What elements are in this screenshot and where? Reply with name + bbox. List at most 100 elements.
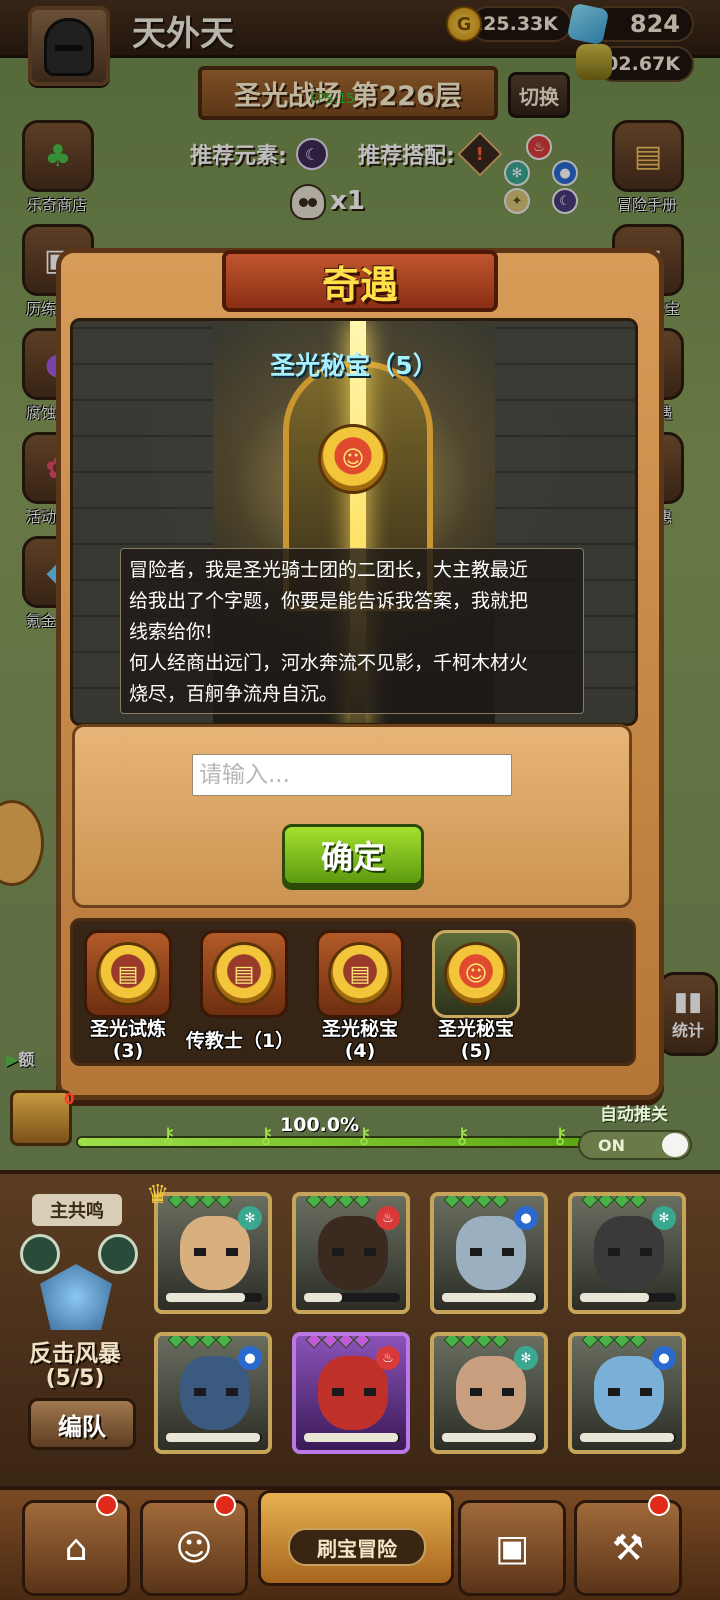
star-rank [305, 1336, 371, 1349]
star-rank [305, 1196, 371, 1209]
hero-eyes [470, 1248, 514, 1256]
hero-eyes [332, 1388, 376, 1396]
hero-eyes [194, 1248, 238, 1256]
modal-title: 奇遇 [222, 250, 498, 312]
key-icon: ⚷ [552, 1124, 569, 1149]
key-icon: ⚷ [160, 1124, 177, 1149]
stage-progress-bar [76, 1136, 596, 1148]
holy-treasure-emblem-icon: ☺ [318, 424, 388, 494]
notification-dot [214, 1494, 236, 1516]
dialog-line: 给我出了个字题，你要是能告诉我答案，我就把 [129, 590, 529, 612]
hero-hp-fill [580, 1433, 675, 1442]
notification-dot [648, 1494, 670, 1516]
hammer-icon: ⚒ [611, 1527, 645, 1569]
chest-count: 0 [64, 1090, 75, 1108]
hero-card[interactable]: ● [430, 1192, 548, 1314]
nav-adventure-label: 刷宝冒险 [288, 1528, 426, 1566]
tab-sublabel: (4) [344, 1040, 376, 1062]
star-rank [443, 1196, 509, 1209]
toggle-knob [662, 1133, 688, 1157]
nav-forge-button[interactable]: ⚒ [574, 1500, 682, 1596]
nav-backpack-button[interactable]: ▣ [458, 1500, 566, 1596]
water-element-icon: ● [514, 1206, 538, 1230]
wind-element-icon: ✻ [652, 1206, 676, 1230]
tab-missionary[interactable]: ▤ [200, 930, 288, 1018]
dialog-line: 冒险者，我是圣光骑士团的二团长，大主教最近 [129, 559, 529, 581]
hero-hp-fill [166, 1433, 261, 1442]
hero-card[interactable]: ✻ [154, 1192, 272, 1314]
hero-hp-bar [166, 1293, 262, 1302]
tab-holy-trial[interactable]: ▤ [84, 930, 172, 1018]
dialog-line: 烧尽，百舸争流舟自沉。 [129, 683, 339, 705]
wind-resonance-icon[interactable] [98, 1234, 138, 1274]
star-rank [167, 1336, 233, 1349]
riddle-dialog: 冒险者，我是圣光骑士团的二团长，大主教最近 给我出了个字题，你要是能告诉我答案，… [120, 548, 584, 714]
key-icon: ⚷ [356, 1124, 373, 1149]
skill-name: 反击风暴 [29, 1341, 121, 1367]
reward-chest-icon[interactable] [10, 1090, 72, 1146]
auto-push-label: 自动推关 [600, 1105, 668, 1125]
tab-holy-treasure-4[interactable]: ▤ [316, 930, 404, 1018]
main-resonance-label: 主共鸣 [32, 1194, 122, 1226]
water-element-icon: ● [238, 1346, 262, 1370]
hero-card[interactable]: ♨ [292, 1192, 410, 1314]
hero-hp-fill [442, 1293, 537, 1302]
tab-label: 圣光秘宝 [321, 1018, 398, 1040]
wind-element-icon: ✻ [238, 1206, 262, 1230]
hero-card[interactable]: ● [568, 1332, 686, 1454]
hero-portrait-icon: ☺ [175, 1527, 213, 1569]
hero-hp-fill [304, 1433, 399, 1442]
book-emblem-icon: ▤ [212, 942, 276, 1006]
answer-input[interactable] [192, 754, 512, 796]
star-rank [581, 1196, 647, 1209]
hero-hp-bar [166, 1433, 262, 1442]
tab-holy-treasure-5[interactable]: ☺ [432, 930, 520, 1018]
book-emblem-icon: ▤ [96, 942, 160, 1006]
star-rank [167, 1196, 233, 1209]
toggle-state: ON [598, 1135, 625, 1155]
hero-card[interactable]: ✻ [568, 1192, 686, 1314]
hero-eyes [194, 1388, 238, 1396]
hero-card[interactable]: ● [154, 1332, 272, 1454]
hero-hp-bar [580, 1433, 676, 1442]
treasure-title: 圣光秘宝（5） [270, 351, 438, 380]
hero-hp-bar [304, 1433, 400, 1442]
hero-hp-fill [580, 1293, 650, 1302]
hero-hp-fill [442, 1433, 537, 1442]
hero-hp-bar [442, 1293, 538, 1302]
nav-heroes-button[interactable]: ☺ [140, 1500, 248, 1596]
fire-element-icon: ♨ [376, 1346, 400, 1370]
crown-icon: ♛ [146, 1180, 170, 1210]
hero-hp-bar [304, 1293, 400, 1302]
hero-card[interactable]: ♨ [292, 1332, 410, 1454]
hero-eyes [470, 1388, 514, 1396]
hero-eyes [608, 1388, 652, 1396]
tab-label: 圣光试炼 [89, 1018, 166, 1040]
backpack-icon: ▣ [494, 1527, 529, 1569]
key-icon: ⚷ [454, 1124, 471, 1149]
hero-hp-fill [304, 1293, 343, 1302]
hero-hp-fill [166, 1293, 245, 1302]
hero-hp-bar [442, 1433, 538, 1442]
confirm-button[interactable]: 确定 [282, 824, 424, 886]
notification-dot [96, 1494, 118, 1516]
auto-push-toggle[interactable]: ON [578, 1130, 692, 1160]
tab-sublabel: (3) [112, 1040, 144, 1062]
skill-count: (5/5) [45, 1366, 105, 1391]
hero-card[interactable]: ✻ [430, 1332, 548, 1454]
star-rank [581, 1336, 647, 1349]
tab-label: 传教士（1） [185, 1030, 295, 1052]
hero-eyes [332, 1248, 376, 1256]
formation-button[interactable]: 编队 [28, 1398, 136, 1450]
book-emblem-icon: ▤ [328, 942, 392, 1006]
wind-element-icon: ✻ [514, 1346, 538, 1370]
hero-eyes [608, 1248, 652, 1256]
water-element-icon: ● [652, 1346, 676, 1370]
dialog-line: 线索给你! [129, 621, 213, 643]
nav-shop-button[interactable]: ⌂ [22, 1500, 130, 1596]
dialog-line: 何人经商出远门，河水奔流不见影，千柯木材火 [129, 652, 529, 674]
fire-element-icon: ♨ [376, 1206, 400, 1230]
hero-hp-bar [580, 1293, 676, 1302]
holy-treasure-emblem-icon: ☺ [444, 942, 508, 1006]
wind-resonance-icon[interactable] [20, 1234, 60, 1274]
